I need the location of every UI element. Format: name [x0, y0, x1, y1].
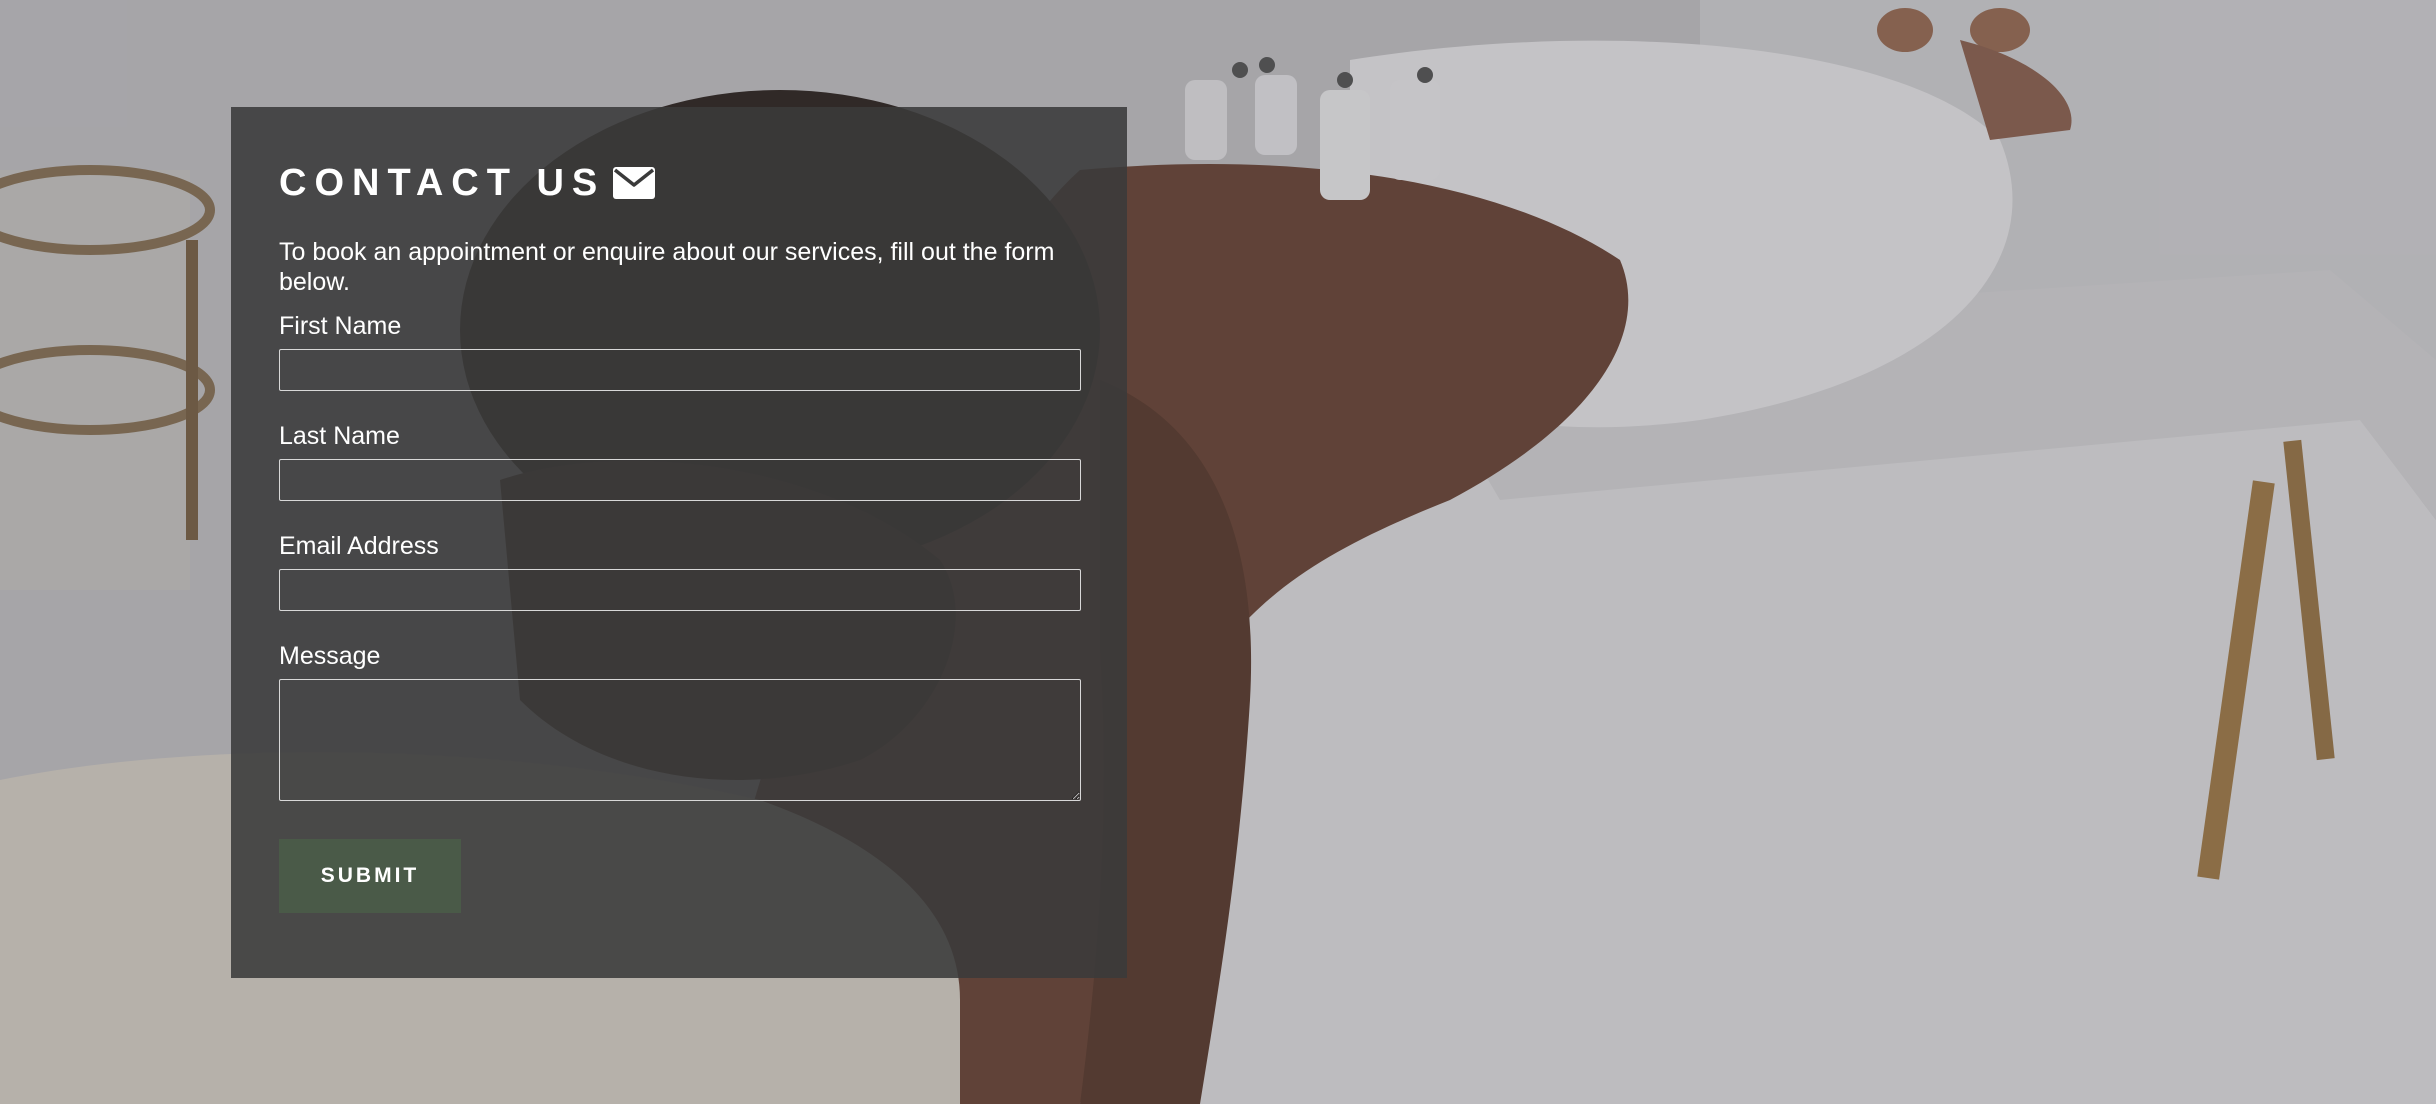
- first-name-input[interactable]: [279, 349, 1081, 391]
- contact-form: First Name Last Name Email Address Messa…: [279, 311, 1081, 913]
- contact-heading-row: CONTACT US: [279, 153, 1081, 213]
- first-name-label: First Name: [279, 312, 402, 340]
- last-name-label: Last Name: [279, 422, 400, 450]
- envelope-icon: [613, 167, 656, 199]
- contact-title: CONTACT US: [279, 161, 606, 204]
- message-textarea[interactable]: [279, 679, 1081, 801]
- contact-intro-text: To book an appointment or enquire about …: [279, 238, 1055, 296]
- message-label: Message: [279, 642, 381, 670]
- submit-button[interactable]: SUBMIT: [279, 839, 461, 913]
- contact-panel: CONTACT US To book an appointment or enq…: [231, 107, 1127, 978]
- last-name-input[interactable]: [279, 459, 1081, 501]
- email-input[interactable]: [279, 569, 1081, 611]
- email-label: Email Address: [279, 532, 439, 560]
